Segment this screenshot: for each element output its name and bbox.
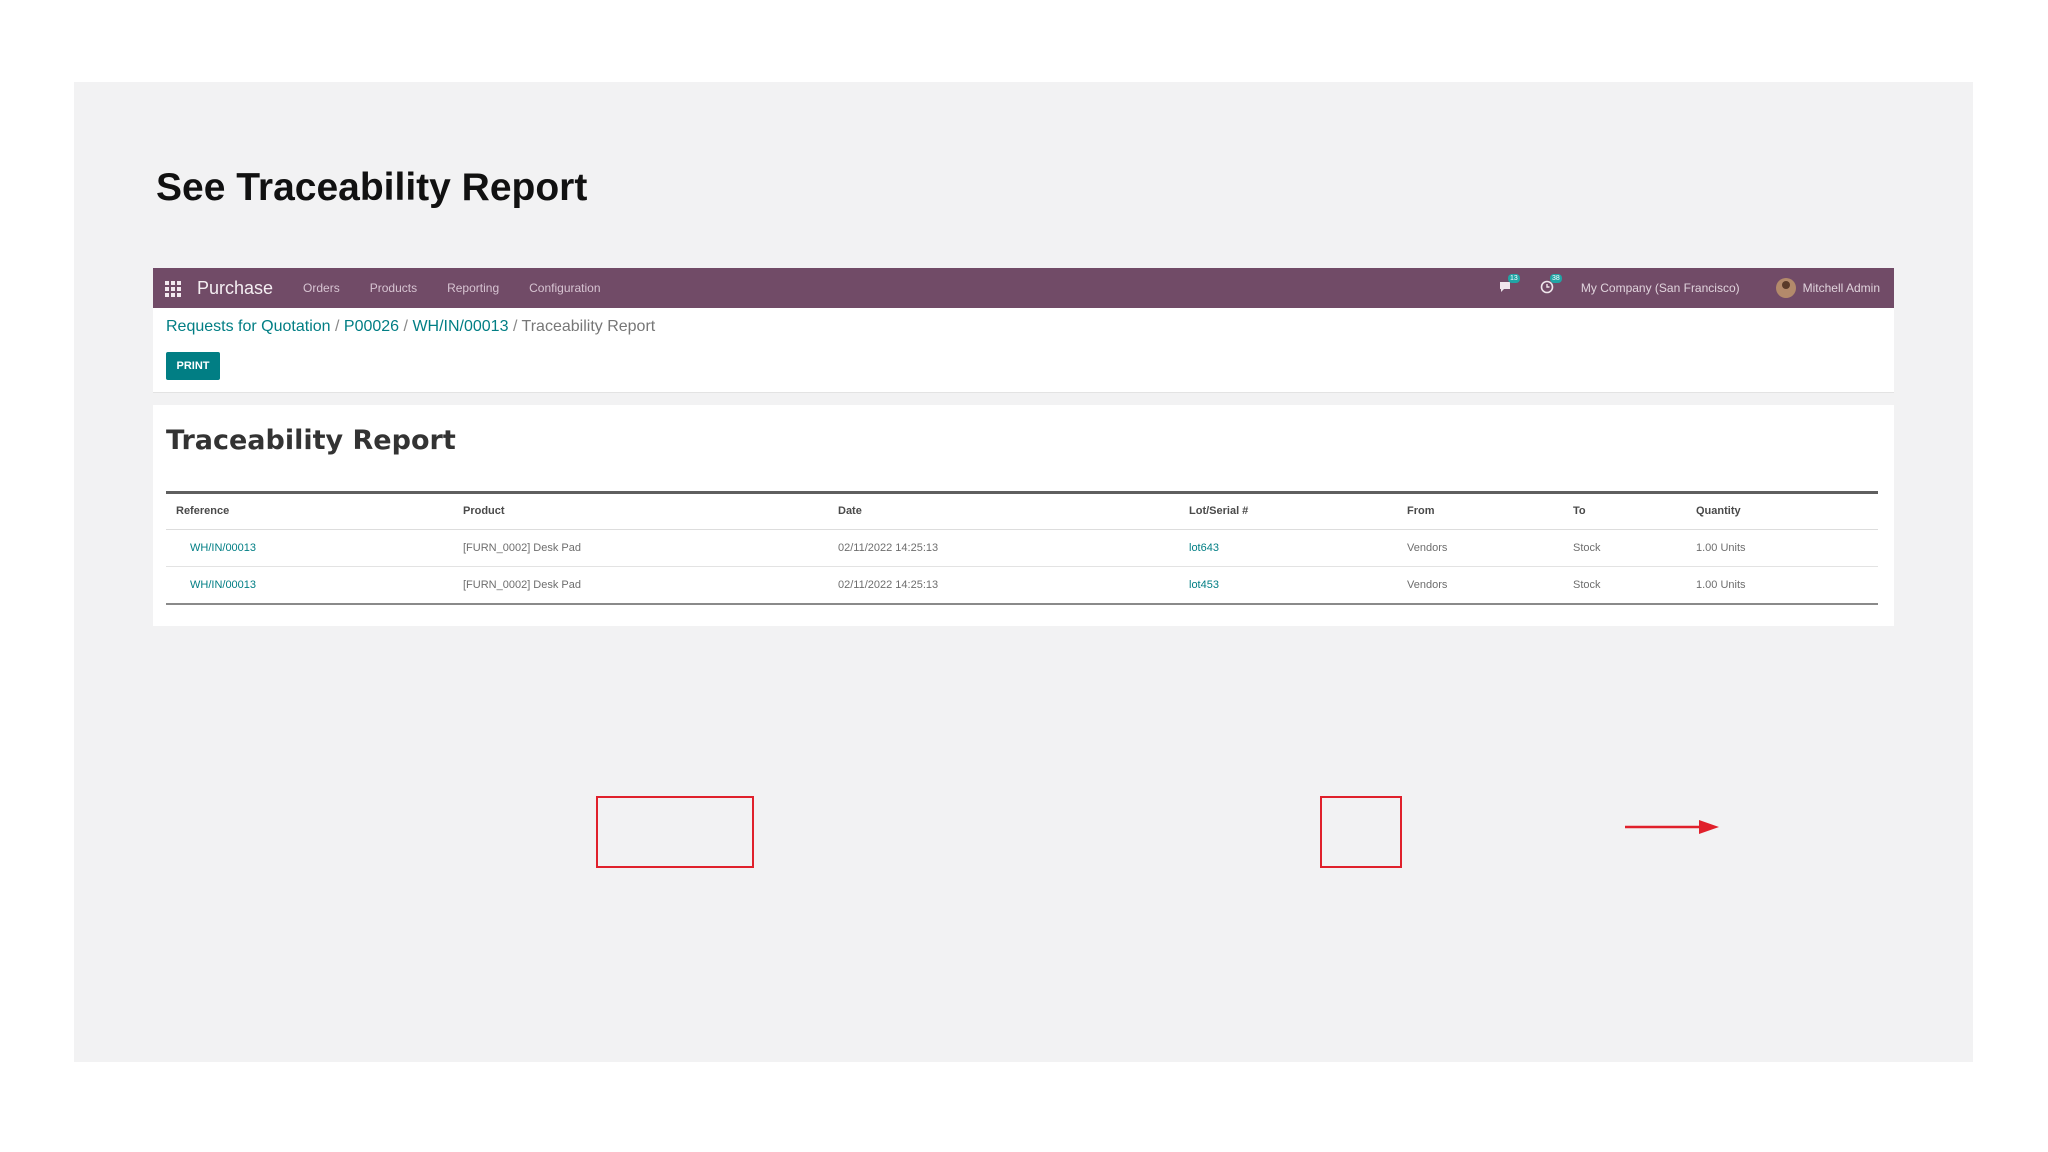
- menu-products[interactable]: Products: [370, 281, 417, 295]
- control-panel: Requests for Quotation / P00026 / WH/IN/…: [153, 308, 1894, 393]
- product-highlight-box: [596, 796, 754, 868]
- table-row: WH/IN/00013 [FURN_0002] Desk Pad 02/11/2…: [166, 566, 1878, 603]
- reference-link[interactable]: WH/IN/00013: [190, 567, 256, 603]
- table-header: Reference Product Date Lot/Serial # From…: [166, 494, 1878, 530]
- column-header-reference: Reference: [176, 505, 230, 517]
- app-screenshot: Purchase Orders Products Reporting Confi…: [153, 268, 1894, 868]
- breadcrumb-current: Traceability Report: [521, 318, 656, 335]
- column-header-product: Product: [463, 505, 505, 517]
- to-cell: Stock: [1573, 542, 1601, 554]
- top-navbar: Purchase Orders Products Reporting Confi…: [153, 268, 1894, 308]
- app-name[interactable]: Purchase: [197, 278, 273, 299]
- report-body: Traceability Report Reference Product Da…: [153, 405, 1894, 626]
- quantity-cell: 1.00 Units: [1696, 542, 1746, 554]
- lot-link[interactable]: lot643: [1189, 530, 1219, 566]
- breadcrumb: Requests for Quotation / P00026 / WH/IN/…: [166, 318, 655, 336]
- column-header-quantity: Quantity: [1696, 505, 1741, 517]
- clock-icon[interactable]: 38: [1539, 274, 1562, 296]
- menu-reporting[interactable]: Reporting: [447, 281, 499, 295]
- systray: 13 38 My Company (San Francisco) Mitchel…: [1497, 268, 1880, 308]
- table-row: WH/IN/00013 [FURN_0002] Desk Pad 02/11/2…: [166, 530, 1878, 566]
- column-header-from: From: [1407, 505, 1435, 517]
- traceability-table: Reference Product Date Lot/Serial # From…: [166, 491, 1878, 605]
- report-title: Traceability Report: [166, 425, 456, 456]
- company-switcher[interactable]: My Company (San Francisco): [1581, 281, 1740, 295]
- column-header-to: To: [1573, 505, 1586, 517]
- activities-badge: 38: [1549, 274, 1562, 283]
- main-menu: Orders Products Reporting Configuration: [287, 281, 614, 295]
- lot-link[interactable]: lot453: [1189, 567, 1219, 603]
- print-button[interactable]: PRINT: [166, 352, 220, 380]
- breadcrumb-separator: /: [403, 318, 408, 335]
- date-cell: 02/11/2022 14:25:13: [838, 579, 939, 591]
- quantity-cell: 1.00 Units: [1696, 579, 1746, 591]
- breadcrumb-separator: /: [512, 318, 518, 335]
- arrow-right-icon: [1625, 820, 1719, 834]
- lot-highlight-box: [1320, 796, 1402, 868]
- from-cell: Vendors: [1407, 542, 1448, 554]
- reference-link[interactable]: WH/IN/00013: [190, 530, 256, 566]
- column-header-lot: Lot/Serial #: [1189, 505, 1249, 517]
- breadcrumb-separator: /: [335, 318, 340, 335]
- avatar[interactable]: [1775, 278, 1796, 298]
- breadcrumb-receipt[interactable]: WH/IN/00013: [412, 318, 508, 335]
- slide-panel: See Traceability Report Purchase Orders …: [74, 82, 1973, 1062]
- breadcrumb-po[interactable]: P00026: [344, 318, 399, 335]
- menu-orders[interactable]: Orders: [303, 281, 340, 295]
- menu-configuration[interactable]: Configuration: [529, 281, 600, 295]
- product-cell: [FURN_0002] Desk Pad: [463, 542, 581, 554]
- user-menu[interactable]: Mitchell Admin: [1803, 281, 1880, 295]
- breadcrumb-rfq[interactable]: Requests for Quotation: [166, 318, 331, 335]
- column-header-date: Date: [838, 505, 862, 517]
- to-cell: Stock: [1573, 579, 1601, 591]
- slide-title: See Traceability Report: [156, 166, 588, 209]
- apps-grid-icon[interactable]: [165, 281, 181, 297]
- chat-icon[interactable]: 13: [1497, 274, 1520, 296]
- product-cell: [FURN_0002] Desk Pad: [463, 579, 581, 591]
- messages-badge: 13: [1507, 274, 1520, 283]
- from-cell: Vendors: [1407, 579, 1448, 591]
- date-cell: 02/11/2022 14:25:13: [838, 542, 939, 554]
